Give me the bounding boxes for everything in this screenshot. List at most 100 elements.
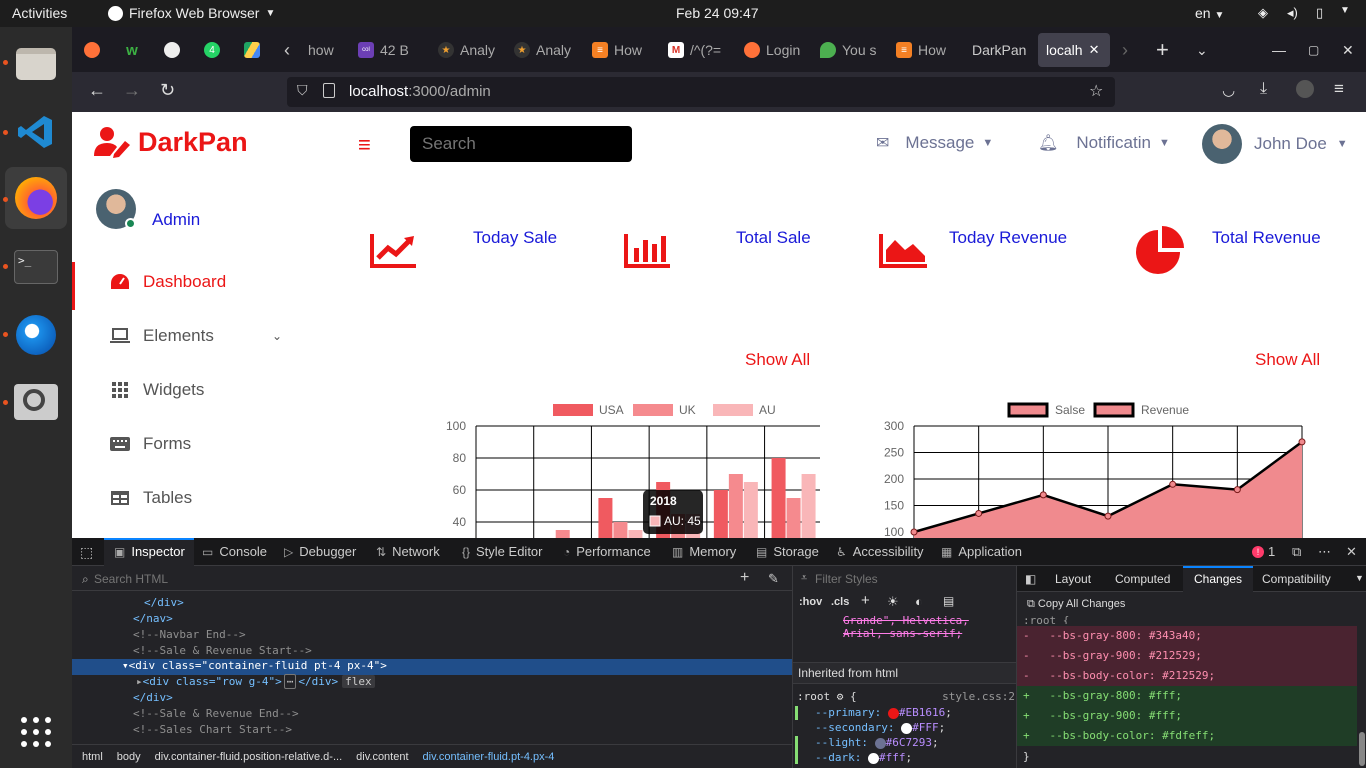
- system-menu-chevron-icon[interactable]: ▼: [1340, 5, 1350, 16]
- close-tab-icon[interactable]: ✕: [1089, 42, 1100, 58]
- breadcrumb-item[interactable]: div.content: [356, 751, 408, 763]
- user-dropdown[interactable]: John Doe ▼: [1202, 124, 1348, 164]
- tab-performance[interactable]: ◔ Performance: [563, 544, 651, 559]
- message-dropdown[interactable]: ✉ Message ▼: [876, 133, 993, 153]
- activities-button[interactable]: Activities: [12, 5, 67, 21]
- breadcrumb-item-active[interactable]: div.container-fluid.pt-4.px-4: [423, 751, 555, 763]
- wifi-icon[interactable]: ◈: [1258, 5, 1268, 21]
- markup-line[interactable]: <!--Navbar End-->: [133, 628, 246, 644]
- sidebar-item-dashboard[interactable]: Dashboard: [72, 262, 352, 302]
- search-input[interactable]: [410, 126, 632, 162]
- tab-4[interactable]: ★ Analy: [514, 35, 574, 65]
- sidebar-toggle-icon[interactable]: ≡: [358, 132, 371, 158]
- show-all-link-sales[interactable]: Show All: [745, 350, 810, 370]
- markup-line[interactable]: <!--Sales Chart Start-->: [133, 723, 292, 739]
- scroll-tabs-left-icon[interactable]: ‹: [284, 35, 290, 65]
- copy-all-changes-button[interactable]: ⧉ Copy All Changes: [1027, 598, 1125, 611]
- pinned-tab-firefox[interactable]: [84, 35, 106, 65]
- tab-style-editor[interactable]: {} Style Editor: [462, 544, 543, 559]
- add-rule-icon[interactable]: +: [861, 592, 870, 609]
- toggle-pane-icon[interactable]: ◧: [1025, 572, 1036, 586]
- menu-icon[interactable]: ≡: [1334, 79, 1344, 99]
- markup-line[interactable]: </nav>: [133, 612, 173, 628]
- sidebar-item-widgets[interactable]: Widgets: [72, 370, 352, 410]
- struck-declaration[interactable]: Grande", Helvetica, Arial, sans-serif;: [793, 614, 1017, 648]
- tab-8[interactable]: You s: [820, 35, 880, 65]
- terminal-icon[interactable]: >_: [11, 242, 61, 292]
- bookmark-star-icon[interactable]: ☆: [1089, 81, 1103, 101]
- new-tab-icon[interactable]: +: [1156, 35, 1169, 65]
- scroll-tabs-right-icon[interactable]: ›: [1122, 35, 1128, 65]
- search-html-input[interactable]: [94, 570, 714, 588]
- url-text[interactable]: localhost:3000/admin: [349, 83, 491, 100]
- close-window-icon[interactable]: ✕: [1342, 35, 1354, 65]
- css-variable[interactable]: --light: #6C7293;: [815, 736, 939, 749]
- dock-mode-icon[interactable]: ⧉: [1292, 544, 1301, 560]
- thunderbird-icon[interactable]: [11, 310, 61, 360]
- tab-7[interactable]: Login: [744, 35, 804, 65]
- tab-9[interactable]: ≡ How: [896, 35, 956, 65]
- close-devtools-icon[interactable]: ✕: [1346, 544, 1357, 560]
- pinned-tab-whatsapp[interactable]: 4: [204, 35, 226, 65]
- maximize-icon[interactable]: ▢: [1308, 35, 1319, 65]
- forward-icon[interactable]: →: [123, 80, 141, 101]
- markup-line[interactable]: <!--Sale & Revenue Start-->: [133, 644, 312, 660]
- eyedropper-icon[interactable]: ✎: [768, 571, 779, 587]
- light-mode-icon[interactable]: ☀: [887, 594, 899, 610]
- show-all-link-revenue[interactable]: Show All: [1255, 350, 1320, 370]
- minimize-icon[interactable]: —: [1272, 35, 1286, 65]
- tab-computed[interactable]: Computed: [1115, 572, 1170, 586]
- tab-2[interactable]: col 42 B: [358, 35, 420, 65]
- dark-mode-icon[interactable]: ◐: [915, 594, 923, 609]
- firefox-dock-icon[interactable]: [5, 167, 67, 229]
- error-count-badge[interactable]: ! 1: [1252, 544, 1275, 559]
- downloads-icon[interactable]: ⤓: [1260, 80, 1267, 98]
- shield-icon[interactable]: ⛉: [297, 82, 308, 99]
- account-icon[interactable]: [1296, 80, 1314, 98]
- tab-1[interactable]: how: [308, 35, 348, 65]
- cls-toggle[interactable]: .cls: [831, 596, 849, 608]
- tab-memory[interactable]: ▥ Memory: [672, 544, 736, 559]
- show-apps-icon[interactable]: [11, 707, 61, 757]
- clock[interactable]: Feb 24 09:47: [676, 5, 759, 21]
- style-source-link[interactable]: style.css:2: [942, 690, 1015, 703]
- app-menu[interactable]: Firefox Web Browser ▼: [108, 5, 275, 21]
- tab-inspector[interactable]: ▣ Inspector: [114, 544, 185, 559]
- filter-styles-input[interactable]: [815, 570, 1005, 588]
- tab-accessibility[interactable]: ♿︎ Accessibility: [836, 544, 924, 559]
- hov-toggle[interactable]: :hov: [799, 596, 822, 608]
- pinned-tab-drive[interactable]: [244, 35, 266, 65]
- pinned-tab-w[interactable]: w: [124, 35, 146, 65]
- notification-dropdown[interactable]: 🔔︎ Notificatin ▼: [1038, 133, 1170, 153]
- tab-active[interactable]: localh ✕: [1038, 33, 1110, 67]
- tab-changes[interactable]: Changes: [1194, 572, 1242, 586]
- breadcrumb-item[interactable]: div.container-fluid.position-relative.d-…: [155, 751, 343, 763]
- brand[interactable]: DarkPan: [94, 126, 248, 158]
- css-variable[interactable]: --primary: #EB1616;: [815, 706, 952, 719]
- tab-6[interactable]: M/^(?=: [668, 35, 728, 65]
- pinned-tab-github[interactable]: [164, 35, 186, 65]
- pick-element-icon[interactable]: ⬚: [80, 544, 93, 561]
- css-variable[interactable]: --secondary: #FFF;: [815, 721, 945, 734]
- breadcrumb-item[interactable]: body: [117, 751, 141, 763]
- tab-console[interactable]: ▭ Console: [202, 544, 267, 559]
- tab-5[interactable]: ≡ How: [592, 35, 652, 65]
- css-variable[interactable]: --dark: #fff;: [815, 751, 912, 764]
- tab-application[interactable]: ▦ Application: [941, 544, 1022, 559]
- chevron-down-icon[interactable]: ▼: [1355, 573, 1364, 583]
- page-icon[interactable]: [323, 83, 335, 98]
- volume-icon[interactable]: ◂): [1287, 5, 1298, 21]
- sidebar-item-elements[interactable]: Elements ⌄: [72, 316, 352, 356]
- root-rule-header[interactable]: :root ⚙ { style.css:2: [797, 690, 1017, 703]
- markup-line[interactable]: </div>: [133, 691, 173, 707]
- list-tabs-icon[interactable]: ⌄: [1196, 35, 1208, 65]
- battery-icon[interactable]: ▯: [1316, 5, 1323, 21]
- sidebar-item-tables[interactable]: Tables: [72, 478, 352, 518]
- breadcrumb-item[interactable]: html: [82, 751, 103, 763]
- markup-line[interactable]: </div>: [144, 596, 184, 612]
- url-bar[interactable]: ⛉ localhost:3000/admin ☆: [287, 77, 1115, 107]
- tab-10[interactable]: DarkPan: [972, 35, 1032, 65]
- markup-line[interactable]: <!--Sale & Revenue End-->: [133, 707, 299, 723]
- files-icon[interactable]: [11, 39, 61, 89]
- more-options-icon[interactable]: ⋯: [1318, 544, 1331, 560]
